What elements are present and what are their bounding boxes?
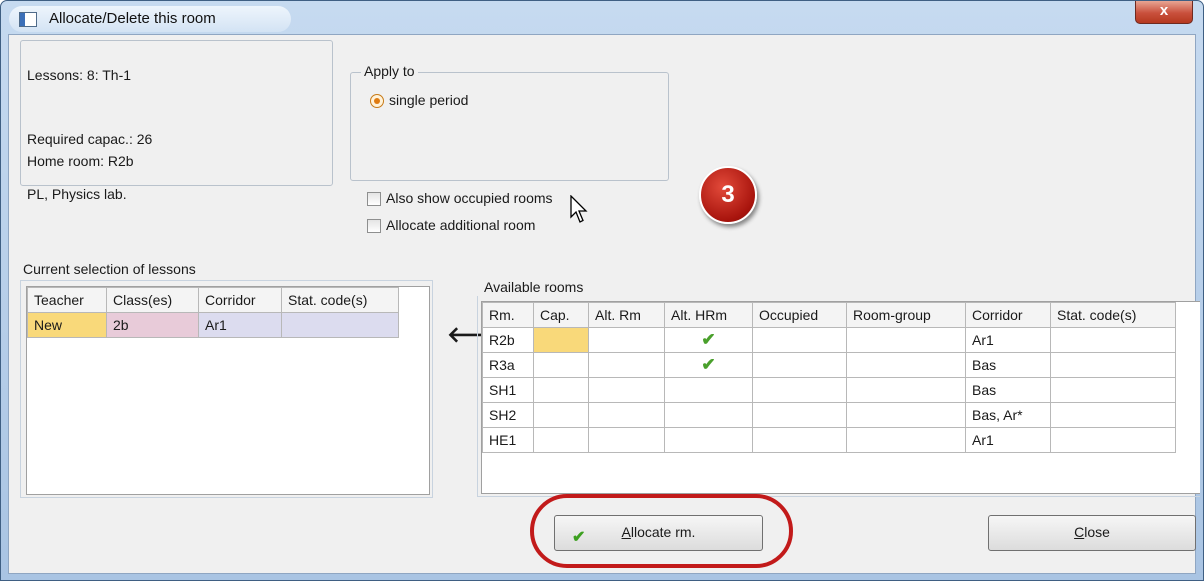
step-badge: 3: [699, 166, 757, 224]
also-show-occupied-label[interactable]: Also show occupied rooms: [386, 190, 553, 206]
cell-rm[interactable]: HE1: [482, 427, 534, 453]
apply-to-legend: Apply to: [361, 63, 418, 79]
app-icon: [19, 12, 37, 27]
cell-cap[interactable]: [533, 427, 589, 453]
table-row[interactable]: SH2 Bas, Ar*: [482, 402, 1176, 428]
table-header-row: Teacher Class(es) Corridor Stat. code(s): [27, 287, 399, 313]
close-icon[interactable]: x: [1135, 1, 1193, 24]
cell-cap[interactable]: [533, 327, 589, 353]
single-period-label[interactable]: single period: [389, 92, 468, 108]
col-teacher[interactable]: Teacher: [27, 287, 107, 313]
cell-alt-rm[interactable]: [588, 402, 665, 428]
table-row[interactable]: R3a ✔ Bas: [482, 352, 1176, 378]
cell-corridor[interactable]: Ar1: [198, 312, 282, 338]
cell-alt-hrm[interactable]: [664, 402, 753, 428]
allocate-mnemonic: A: [621, 524, 631, 540]
cell-corridor[interactable]: Bas, Ar*: [965, 402, 1051, 428]
col-classes[interactable]: Class(es): [106, 287, 199, 313]
cell-rm[interactable]: SH1: [482, 377, 534, 403]
green-check-icon: ✔: [572, 529, 586, 546]
allocate-additional-label[interactable]: Allocate additional room: [386, 217, 535, 233]
cell-classes[interactable]: 2b: [106, 312, 199, 338]
cell-occupied[interactable]: [752, 327, 847, 353]
close-button[interactable]: Close: [988, 515, 1196, 551]
cell-stat-codes[interactable]: [281, 312, 399, 338]
cell-stat-codes[interactable]: [1050, 377, 1176, 403]
available-rooms-label: Available rooms: [484, 279, 584, 295]
also-show-occupied-checkbox[interactable]: [367, 192, 381, 206]
window-title: Allocate/Delete this room: [49, 10, 216, 27]
required-capacity-text: Required capac.: 26: [27, 131, 153, 147]
apply-to-group: [350, 72, 669, 181]
allocate-rest: llocate rm.: [630, 524, 696, 540]
home-room-text: Home room: R2b: [27, 153, 134, 169]
cell-cap[interactable]: [533, 402, 589, 428]
table-row[interactable]: SH1 Bas: [482, 377, 1176, 403]
close-label: Close: [1074, 524, 1110, 540]
allocate-additional-checkbox[interactable]: [367, 219, 381, 233]
col-occupied[interactable]: Occupied: [752, 302, 847, 328]
table-row[interactable]: HE1 Ar1: [482, 427, 1176, 453]
allocate-room-label: Allocate rm.: [622, 524, 696, 540]
cell-room-group[interactable]: [846, 327, 966, 353]
col-alt-hrm[interactable]: Alt. HRm: [664, 302, 753, 328]
current-selection-grid[interactable]: Teacher Class(es) Corridor Stat. code(s)…: [26, 286, 430, 495]
cell-room-group[interactable]: [846, 402, 966, 428]
radio-selected-icon[interactable]: [370, 94, 384, 108]
col-corridor[interactable]: Corridor: [965, 302, 1051, 328]
available-rooms-table: Rm. Cap. Alt. Rm Alt. HRm Occupied Room-…: [482, 302, 1176, 453]
table-row[interactable]: New 2b Ar1: [27, 312, 399, 338]
cell-stat-codes[interactable]: [1050, 352, 1176, 378]
col-alt-rm[interactable]: Alt. Rm: [588, 302, 665, 328]
col-stat-codes[interactable]: Stat. code(s): [1050, 302, 1176, 328]
cell-occupied[interactable]: [752, 352, 847, 378]
cell-room-group[interactable]: [846, 352, 966, 378]
cell-alt-rm[interactable]: [588, 377, 665, 403]
cell-corridor[interactable]: Bas: [965, 377, 1051, 403]
available-rooms-grid[interactable]: Rm. Cap. Alt. Rm Alt. HRm Occupied Room-…: [481, 301, 1200, 494]
title-bar[interactable]: Allocate/Delete this room x: [1, 1, 1203, 35]
cell-occupied[interactable]: [752, 427, 847, 453]
cell-rm[interactable]: SH2: [482, 402, 534, 428]
green-check-icon[interactable]: ✔: [664, 352, 753, 378]
cell-stat-codes[interactable]: [1050, 327, 1176, 353]
cell-rm[interactable]: R3a: [482, 352, 534, 378]
cell-alt-rm[interactable]: [588, 327, 665, 353]
col-room-group[interactable]: Room-group: [846, 302, 966, 328]
cell-alt-rm[interactable]: [588, 427, 665, 453]
cell-corridor[interactable]: Bas: [965, 352, 1051, 378]
cell-alt-hrm[interactable]: [664, 377, 753, 403]
col-rm[interactable]: Rm.: [482, 302, 534, 328]
mouse-pointer-icon: [570, 195, 588, 223]
col-cap[interactable]: Cap.: [533, 302, 589, 328]
cell-occupied[interactable]: [752, 377, 847, 403]
rooms-body: R2b ✔ Ar1 R3a ✔ Bas SH1 Bas SH2 Bas, Ar* HE1 Ar1: [482, 327, 1176, 453]
cell-cap[interactable]: [533, 352, 589, 378]
lessons-text: Lessons: 8: Th-1: [27, 67, 132, 83]
cell-teacher[interactable]: New: [27, 312, 107, 338]
col-corridor[interactable]: Corridor: [198, 287, 282, 313]
cell-alt-hrm[interactable]: [664, 427, 753, 453]
green-check-icon[interactable]: ✔: [664, 327, 753, 353]
cell-room-group[interactable]: [846, 427, 966, 453]
close-mnemonic: C: [1074, 524, 1085, 540]
room-description-text: PL, Physics lab.: [27, 186, 127, 202]
cell-corridor[interactable]: Ar1: [965, 427, 1051, 453]
current-selection-label: Current selection of lessons: [23, 261, 196, 277]
cell-rm[interactable]: R2b: [482, 327, 534, 353]
cell-stat-codes[interactable]: [1050, 427, 1176, 453]
cell-room-group[interactable]: [846, 377, 966, 403]
col-stat-codes[interactable]: Stat. code(s): [281, 287, 399, 313]
cell-alt-rm[interactable]: [588, 352, 665, 378]
cell-occupied[interactable]: [752, 402, 847, 428]
current-selection-table: Teacher Class(es) Corridor Stat. code(s)…: [27, 287, 399, 338]
table-row[interactable]: R2b ✔ Ar1: [482, 327, 1176, 353]
cell-cap[interactable]: [533, 377, 589, 403]
close-rest: lose: [1084, 524, 1110, 540]
table-header-row: Rm. Cap. Alt. Rm Alt. HRm Occupied Room-…: [482, 302, 1176, 328]
cell-corridor[interactable]: Ar1: [965, 327, 1051, 353]
cell-stat-codes[interactable]: [1050, 402, 1176, 428]
